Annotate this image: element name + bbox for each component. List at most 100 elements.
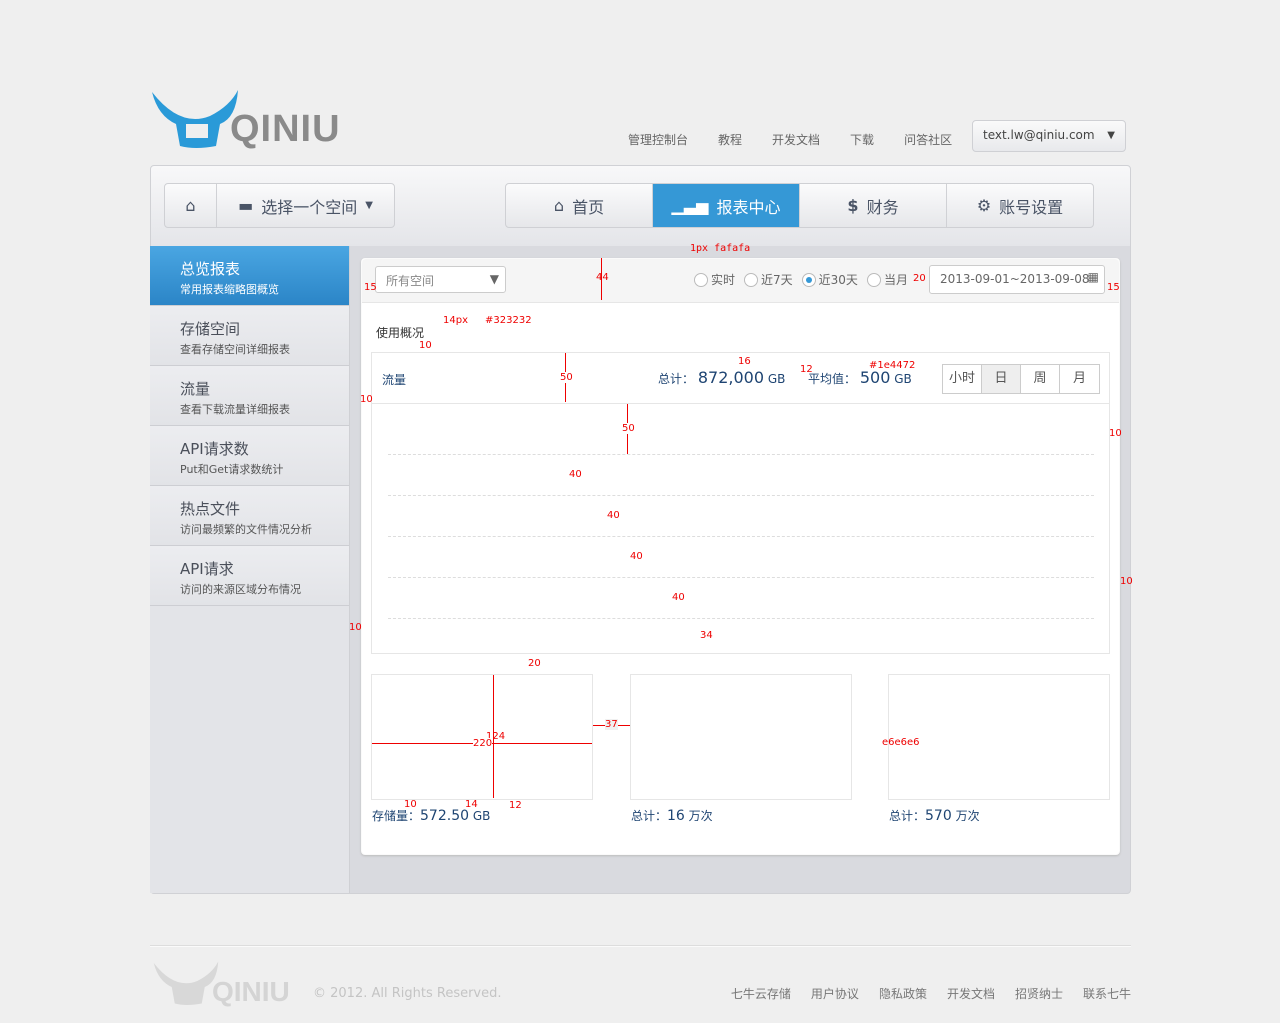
sidebar-item-api-count[interactable]: API请求数 Put和Get请求数统计	[150, 426, 349, 486]
caption-label: 存储量：	[372, 809, 421, 823]
caret-down-icon: ▼	[489, 272, 499, 286]
tab-finance[interactable]: $ 财务	[800, 184, 947, 227]
sidebar-item-title: 流量	[180, 380, 211, 398]
user-email: text.lw@qiniu.com	[983, 128, 1095, 142]
radio-7days[interactable]: 近7天	[744, 271, 793, 288]
annotation: e6e6e6	[882, 737, 920, 748]
sidebar-item-title: API请求数	[180, 440, 249, 458]
sidebar-item-traffic[interactable]: 流量 查看下载流量详细报表	[150, 366, 349, 426]
main-nav: ⌂ 首页 ▁▃▅ 报表中心 $ 财务 ⚙ 账号设置	[505, 183, 1094, 228]
tab-home[interactable]: ⌂ 首页	[506, 184, 653, 227]
sidebar-item-storage[interactable]: 存储空间查看存储空间详细报表	[150, 306, 349, 366]
annotation: 44	[596, 272, 609, 283]
top-link-console[interactable]: 管理控制台	[628, 131, 688, 148]
top-links: 管理控制台 教程 开发文档 下载 问答社区	[628, 131, 952, 148]
sidebar-item-api-requests[interactable]: API请求 访问的来源区域分布情况	[150, 546, 349, 606]
space-select-label: 选择一个空间	[261, 197, 358, 217]
home-button[interactable]: ⌂	[165, 184, 217, 227]
radio-label: 近7天	[761, 273, 793, 287]
annotation: 1px fafafa	[690, 243, 751, 254]
calendar-icon[interactable]: ▦	[1088, 270, 1099, 284]
api-mini-chart	[630, 674, 852, 800]
annotation: 10	[1109, 428, 1122, 439]
dollar-icon: $	[847, 196, 859, 215]
annotation: 10	[360, 394, 373, 405]
annotation: 15	[364, 282, 377, 293]
annotation: 37	[605, 719, 618, 730]
bar-chart-icon: ▁▃▅	[671, 196, 709, 215]
api-caption: 总计：16 万次	[631, 807, 713, 824]
copyright: © 2012. All Rights Reserved.	[313, 986, 502, 1001]
grid-line	[388, 495, 1094, 496]
home-icon: ⌂	[553, 196, 565, 215]
annotation: 16	[738, 356, 751, 367]
footer-link[interactable]: 隐私政策	[879, 985, 927, 1002]
sidebar-item-subtitle: 访问的来源区域分布情况	[180, 583, 301, 596]
sidebar-item-title: 存储空间	[180, 320, 241, 338]
top-link-community[interactable]: 问答社区	[904, 131, 952, 148]
granularity-week[interactable]: 周	[1021, 365, 1060, 393]
top-link-tutorial[interactable]: 教程	[718, 131, 742, 148]
footer-link[interactable]: 联系七牛	[1083, 985, 1131, 1002]
annotation: 12	[509, 800, 522, 811]
space-filter-select[interactable]: 所有空间 ▼	[375, 266, 506, 293]
avg-unit: GB	[894, 372, 912, 386]
footer-link[interactable]: 开发文档	[947, 985, 995, 1002]
top-link-docs[interactable]: 开发文档	[772, 131, 820, 148]
top-link-download[interactable]: 下载	[850, 131, 874, 148]
annotation: #1e4472	[869, 360, 916, 371]
requests-mini-chart	[888, 674, 1110, 800]
traffic-total: 总计： 872,000 GB	[658, 368, 785, 387]
total-unit: GB	[767, 372, 786, 386]
date-range-input[interactable]: 2013-09-01~2013-09-08 ▦	[929, 265, 1105, 294]
caret-down-icon: ▼	[1107, 130, 1115, 141]
radio-30days[interactable]: 近30天	[801, 271, 858, 288]
annotation: 20	[913, 273, 926, 284]
granularity-day[interactable]: 日	[982, 365, 1021, 393]
folder-icon: ▬	[238, 196, 254, 215]
requests-caption: 总计：570 万次	[889, 807, 980, 824]
footer-link[interactable]: 七牛云存储	[731, 985, 791, 1002]
footer-link[interactable]: 招贤纳士	[1015, 985, 1063, 1002]
sidebar-item-subtitle: 常用报表缩略图概览	[180, 283, 279, 296]
annotation: 10	[349, 622, 362, 633]
caret-down-icon: ▼	[365, 200, 373, 211]
granularity-month[interactable]: 月	[1060, 365, 1099, 393]
footer-link[interactable]: 用户协议	[811, 985, 859, 1002]
sidebar-item-title: 总览报表	[180, 260, 241, 278]
gears-icon: ⚙	[976, 196, 992, 215]
radio-label: 近30天	[818, 273, 858, 287]
footer-brand: QINIU	[212, 976, 290, 1007]
granularity-toggle: 小时 日 周 月	[942, 364, 1100, 394]
caption-value: 16	[667, 808, 685, 824]
annotation: 40	[630, 551, 643, 562]
space-select-button[interactable]: ▬ 选择一个空间 ▼	[217, 184, 394, 227]
annotation: 10	[419, 340, 432, 351]
user-menu[interactable]: text.lw@qiniu.com ▼	[972, 120, 1126, 152]
tab-label: 财务	[866, 197, 899, 217]
annotation: 40	[672, 592, 685, 603]
annotation: 34	[700, 630, 713, 641]
caption-unit: 万次	[688, 809, 713, 823]
tab-account-settings[interactable]: ⚙ 账号设置	[947, 184, 1093, 227]
annotation: 10	[1120, 576, 1133, 587]
traffic-label: 流量	[382, 373, 407, 387]
annotation: 220	[473, 738, 493, 749]
radio-label: 当月	[883, 273, 908, 287]
sidebar-item-hot-files[interactable]: 热点文件 访问最频繁的文件情况分析	[150, 486, 349, 546]
grid-line	[388, 618, 1094, 619]
grid-line	[388, 536, 1094, 537]
caption-unit: 万次	[955, 809, 980, 823]
sidebar-item-subtitle: 查看存储空间详细报表	[180, 343, 290, 356]
radio-realtime[interactable]: 实时	[694, 271, 735, 288]
radio-this-month[interactable]: 当月	[866, 271, 908, 288]
radio-label: 实时	[711, 273, 736, 287]
annotation: 40	[569, 469, 582, 480]
granularity-hour[interactable]: 小时	[943, 365, 982, 393]
tab-reports[interactable]: ▁▃▅ 报表中心	[653, 184, 800, 227]
space-toolbar: ⌂ ▬ 选择一个空间 ▼	[164, 183, 395, 228]
overview-title: 使用概况	[376, 326, 425, 340]
tab-label: 报表中心	[716, 197, 781, 217]
total-value: 872,000	[697, 368, 765, 387]
sidebar-item-overview[interactable]: 总览报表常用报表缩略图概览	[150, 246, 349, 306]
